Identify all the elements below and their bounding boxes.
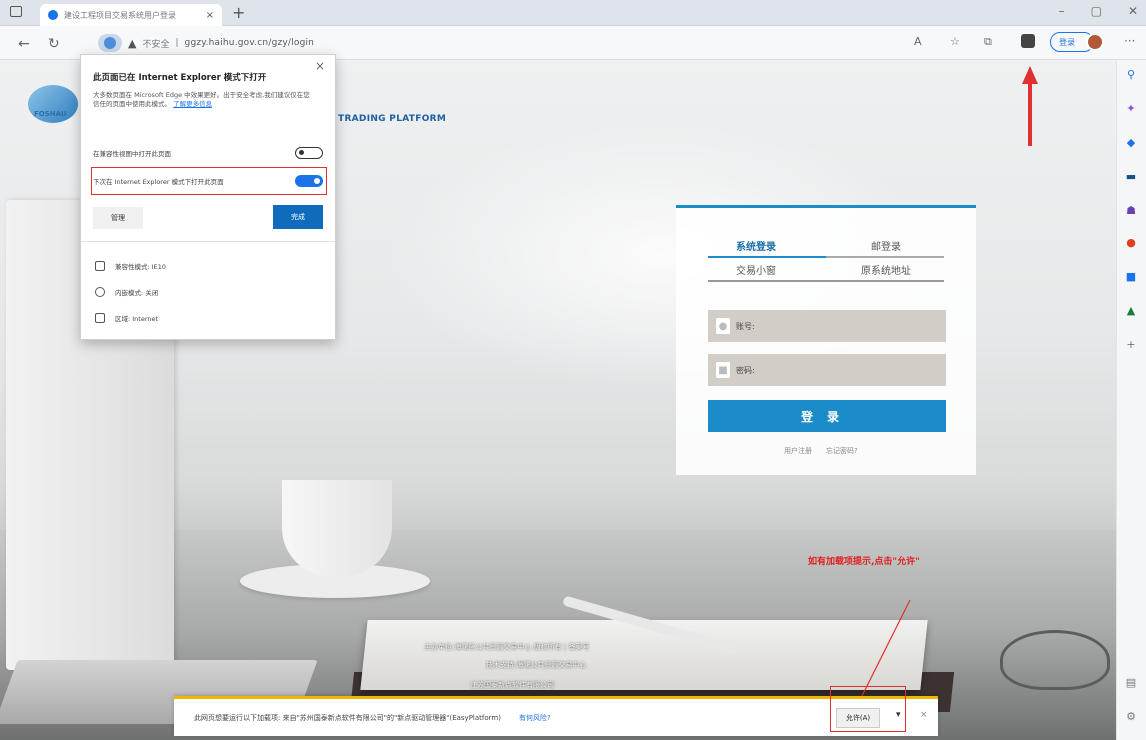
tab-old-system[interactable]: 原系统地址 [836, 262, 936, 277]
browser-tab[interactable]: 建设工程项目交易系统用户登录 × [40, 4, 222, 26]
layout-icon[interactable]: ▤ [1124, 676, 1138, 689]
tab-title: 建设工程项目交易系统用户登录 [64, 10, 176, 20]
addon-notification-bar: 此网页想要运行以下加载项: 来自"苏州国泰新点软件有限公司"的"新点驱动管理器"… [174, 696, 938, 736]
background-cup [282, 480, 392, 576]
ie-mode-popup: × 此页面已在 Internet Explorer 模式下打开 大多数页面在 M… [80, 54, 336, 340]
collections-icon[interactable]: ⧉ [984, 35, 992, 49]
account-placeholder: 账号: [736, 321, 755, 331]
search-icon[interactable]: ⚲ [1124, 68, 1138, 81]
popup-description: 大多数页面在 Microsoft Edge 中效果更好。出于安全考虑,我们建议仅… [93, 91, 313, 109]
url-text[interactable]: ggzy.haihu.gov.cn/gzy/login [185, 38, 315, 48]
background-notebook [360, 620, 928, 690]
register-link[interactable]: 用户注册 [784, 446, 812, 456]
outlook-icon[interactable]: ■ [1124, 270, 1138, 283]
site-logo-text: FOSHAU [34, 110, 67, 118]
login-panel: 系统登录 邮登录 交易小窗 原系统地址 ● 账号: ■ 密码: 登录 用户注册 … [676, 205, 976, 475]
new-tab-button[interactable]: + [232, 3, 245, 22]
annotation-arrow-icon [1022, 66, 1038, 146]
popup-close-icon[interactable]: × [315, 59, 325, 73]
popup-info-zone: 区域: Internet [95, 313, 158, 323]
tab-system-login[interactable]: 系统登录 [706, 238, 806, 253]
footer-line-3: 江苏国泰新点软件有限公司 [470, 681, 554, 689]
ie-next-time-row: 下次在 Internet Explorer 模式下打开此页面 [93, 175, 323, 187]
tab-email-login[interactable]: 邮登录 [836, 238, 936, 253]
office-icon[interactable]: ● [1124, 236, 1138, 249]
zone-icon [95, 313, 105, 323]
tab-trade-window[interactable]: 交易小窗 [706, 262, 806, 277]
ie-next-time-label: 下次在 Internet Explorer 模式下打开此页面 [93, 178, 224, 186]
edge-sidebar [1116, 60, 1146, 740]
popup-divider [81, 241, 335, 242]
security-label: 不安全 [142, 39, 170, 50]
ie-next-time-toggle[interactable] [295, 175, 323, 187]
window-close-icon[interactable]: ✕ [1128, 4, 1138, 18]
sign-in-label: 登录 [1059, 37, 1075, 47]
minimize-icon[interactable]: – [1059, 4, 1065, 18]
popup-info-compat-text: 兼容性模式: IE10 [115, 263, 167, 271]
settings-icon[interactable]: ⚙ [1124, 710, 1138, 723]
tab-divider [826, 256, 944, 258]
read-aloud-icon[interactable]: A [914, 35, 922, 48]
learn-more-link[interactable]: 了解更多信息 [173, 100, 212, 108]
background-glasses [1000, 630, 1110, 690]
popup-info-zone-text: 区域: Internet [115, 315, 159, 323]
active-tab-indicator [708, 256, 826, 258]
tag-icon[interactable]: ◆ [1124, 136, 1138, 149]
notification-close-icon[interactable]: × [920, 710, 928, 720]
notification-message: 此网页想要运行以下加载项: 来自"苏州国泰新点软件有限公司"的"新点驱动管理器"… [194, 713, 501, 722]
tree-icon[interactable]: ▲ [1124, 304, 1138, 317]
risk-link[interactable]: 有何风险? [519, 713, 551, 723]
annotation-highlight-box-allow [830, 686, 906, 732]
account-field[interactable]: ● 账号: [708, 310, 946, 342]
refresh-icon[interactable]: ↻ [48, 36, 60, 52]
footer-line-1: 主办单位:海曙区公共资源交易中心 版权所有 | 备案号 [424, 643, 590, 651]
compat-view-row: 在兼容性视图中打开此页面 [93, 147, 323, 159]
tab-actions-icon[interactable] [10, 6, 22, 17]
user-icon: ● [716, 318, 730, 334]
login-button[interactable]: 登录 [708, 400, 946, 432]
avatar[interactable] [1086, 33, 1104, 51]
popup-title: 此页面已在 Internet Explorer 模式下打开 [93, 73, 267, 83]
compat-view-toggle[interactable] [295, 147, 323, 159]
annotation-hint: 如有加载项提示,点击"允许" [808, 557, 920, 567]
site-favicon-icon [48, 10, 58, 20]
warning-icon: ▲ [128, 36, 137, 50]
done-button[interactable]: 完成 [273, 205, 323, 229]
password-placeholder: 密码: [736, 365, 755, 375]
back-icon[interactable]: ← [18, 36, 30, 52]
popup-info-embed: 内嵌模式: 关闭 [95, 287, 158, 297]
tab-close-icon[interactable]: × [206, 10, 214, 21]
maximize-icon[interactable]: ▢ [1091, 4, 1102, 18]
password-field[interactable]: ■ 密码: [708, 354, 946, 386]
footer-line-2: 技术支持:海曙公共资源交易中心 [486, 661, 587, 669]
separator: | [175, 38, 179, 48]
person-icon[interactable]: ☗ [1124, 204, 1138, 217]
platform-title-en: TRADING PLATFORM [338, 114, 447, 124]
annotation-pointer-line [861, 600, 911, 697]
more-menu-icon[interactable]: ··· [1124, 34, 1135, 48]
compat-view-label: 在兼容性视图中打开此页面 [93, 150, 171, 158]
add-icon[interactable]: + [1124, 338, 1138, 351]
tab-row-underline [708, 280, 944, 282]
popup-info-compat: 兼容性模式: IE10 [95, 261, 166, 271]
briefcase-icon[interactable]: ▬ [1124, 170, 1138, 183]
sparkle-icon[interactable]: ✦ [1124, 102, 1138, 115]
embed-icon [95, 287, 105, 297]
forgot-password-link[interactable]: 忘记密码? [826, 446, 858, 456]
ie-mode-pill-icon[interactable] [98, 34, 122, 52]
lock-icon: ■ [716, 362, 730, 378]
ie-mode-icon[interactable] [1021, 34, 1035, 48]
popup-info-embed-text: 内嵌模式: 关闭 [115, 289, 159, 297]
manage-button[interactable]: 管理 [93, 207, 143, 229]
favorite-icon[interactable]: ☆ [950, 35, 960, 48]
window-controls: – ▢ ✕ [1059, 4, 1138, 18]
document-icon [95, 261, 105, 271]
